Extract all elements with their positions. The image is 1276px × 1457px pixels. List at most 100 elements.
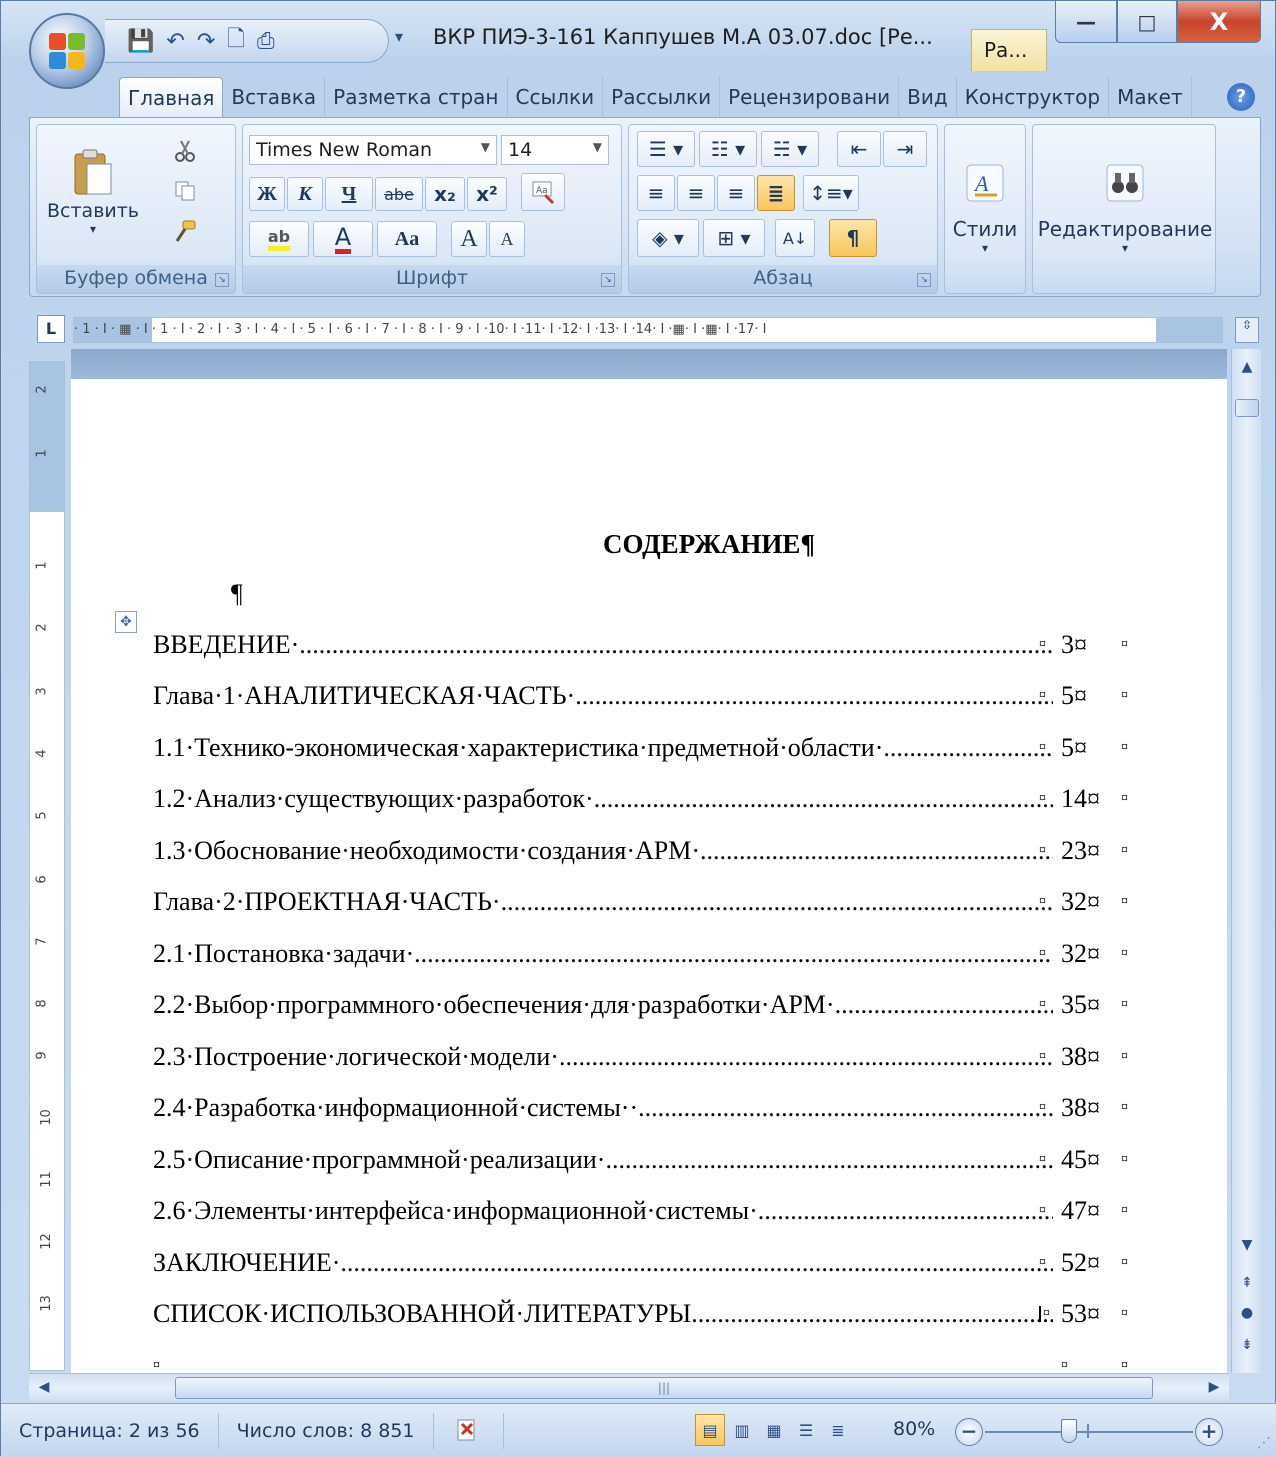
- styles-button[interactable]: A Стили ▾: [949, 131, 1021, 287]
- new-document-icon[interactable]: 🗋: [227, 22, 245, 60]
- font-launcher-icon[interactable]: ↘: [601, 273, 615, 287]
- shading-icon[interactable]: ◈ ▾: [637, 219, 699, 257]
- zoom-slider-thumb[interactable]: [1061, 1419, 1077, 1443]
- horizontal-scroll-thumb[interactable]: |||: [175, 1377, 1153, 1399]
- print-layout-icon[interactable]: ▤: [695, 1414, 725, 1446]
- customize-qat-icon[interactable]: ▾: [395, 27, 403, 46]
- toc-row[interactable]: 1.1·Технико-экономическая·характеристика…: [153, 722, 1153, 774]
- document-area[interactable]: СОДЕРЖАНИЕ¶ ¶ ✥ ВВЕДЕНИЕ· ¤ 3¤ ¤ Глава·1…: [71, 349, 1227, 1373]
- grow-font-button[interactable]: A: [451, 221, 487, 257]
- scroll-down-icon[interactable]: ▼: [1234, 1231, 1260, 1259]
- toc-row[interactable]: 1.2·Анализ·существующих·разработок· ¤ 14…: [153, 774, 1153, 826]
- bold-button[interactable]: Ж: [249, 177, 285, 211]
- tab-references[interactable]: Ссылки: [508, 77, 604, 117]
- change-case-button[interactable]: Aa: [377, 221, 437, 257]
- editing-button[interactable]: Редактирование ▾: [1037, 131, 1213, 287]
- table-move-handle-icon[interactable]: ✥: [115, 611, 137, 633]
- tab-design[interactable]: Конструктор: [957, 77, 1110, 117]
- tab-page-layout[interactable]: Разметка стран: [325, 77, 508, 117]
- font-color-button[interactable]: A: [313, 221, 373, 257]
- vertical-scroll-thumb[interactable]: [1235, 399, 1259, 417]
- toc-row[interactable]: 2.6·Элементы·интерфейса·информационной·с…: [153, 1186, 1153, 1238]
- editing-dropdown-icon[interactable]: ▾: [1122, 241, 1128, 255]
- draft-view-icon[interactable]: ≣: [823, 1414, 853, 1446]
- font-size-dropdown-icon[interactable]: ▼: [593, 140, 602, 154]
- tab-review[interactable]: Рецензировани: [720, 77, 900, 117]
- resize-grip-icon[interactable]: ⋰: [1257, 1435, 1271, 1451]
- toc-row[interactable]: ЗАКЛЮЧЕНИЕ· ¤ 52¤ ¤: [153, 1237, 1153, 1289]
- full-screen-reading-icon[interactable]: ▥: [727, 1414, 757, 1446]
- highlight-button[interactable]: ab: [249, 221, 309, 257]
- toc-row[interactable]: 1.3·Обоснование·необходимости·создания·А…: [153, 825, 1153, 877]
- copy-icon[interactable]: [167, 175, 203, 207]
- minimize-button[interactable]: —: [1055, 1, 1117, 43]
- sort-icon[interactable]: A↓: [775, 219, 815, 257]
- horizontal-scrollbar[interactable]: ◀ ||| ▶: [29, 1373, 1229, 1401]
- previous-page-icon[interactable]: ⇞: [1234, 1269, 1260, 1297]
- show-formatting-marks-button[interactable]: ¶: [829, 219, 877, 257]
- print-preview-icon[interactable]: ⎙: [257, 29, 275, 54]
- toc-row[interactable]: 2.2·Выбор·программного·обеспечения·для·р…: [153, 980, 1153, 1032]
- align-center-icon[interactable]: ≡: [677, 175, 715, 211]
- maximize-button[interactable]: □: [1117, 1, 1177, 43]
- italic-button[interactable]: К: [287, 177, 323, 211]
- toc-row[interactable]: ¤ ¤ ¤: [153, 1340, 1153, 1373]
- superscript-button[interactable]: x²: [467, 177, 507, 211]
- view-ruler-icon[interactable]: ⇳: [1235, 317, 1259, 343]
- tab-selector-icon[interactable]: L: [37, 315, 65, 343]
- multilevel-list-icon[interactable]: ☵ ▾: [761, 131, 819, 167]
- vertical-scrollbar[interactable]: ▲ ▼ ⇞ ● ⇟: [1231, 349, 1261, 1373]
- line-spacing-icon[interactable]: ↕≡▾: [803, 175, 859, 211]
- paste-button[interactable]: Вставить ▾: [47, 131, 139, 251]
- tab-home[interactable]: Главная: [119, 77, 224, 117]
- toc-row[interactable]: 2.3·Построение·логической·модели· ¤ 38¤ …: [153, 1031, 1153, 1083]
- next-page-icon[interactable]: ⇟: [1234, 1331, 1260, 1359]
- strikethrough-button[interactable]: abe: [375, 177, 423, 211]
- vertical-ruler[interactable]: 2 1 1 2 3 4 5 6 7 8 9 10 11 12 13: [29, 361, 65, 1371]
- toc-row[interactable]: СПИСОК·ИСПОЛЬЗОВАННОЙ·ЛИТЕРАТУРЫ ¤ 53¤ ¤: [153, 1289, 1153, 1341]
- word-count[interactable]: Число слов: 8 851: [219, 1412, 434, 1449]
- font-size-combo[interactable]: 14 ▼: [501, 135, 609, 165]
- decrease-indent-icon[interactable]: ⇤: [837, 131, 881, 167]
- page-indicator[interactable]: Страница: 2 из 56: [1, 1412, 219, 1449]
- zoom-in-button[interactable]: +: [1195, 1418, 1223, 1446]
- zoom-level[interactable]: 80%: [893, 1418, 935, 1440]
- document-page[interactable]: СОДЕРЖАНИЕ¶ ¶ ✥ ВВЕДЕНИЕ· ¤ 3¤ ¤ Глава·1…: [71, 379, 1227, 1373]
- tab-mailings[interactable]: Рассылки: [603, 77, 721, 117]
- undo-icon[interactable]: ↶: [166, 29, 184, 54]
- toc-row[interactable]: Глава·1·АНАЛИТИЧЕСКАЯ·ЧАСТЬ· ¤ 5¤ ¤: [153, 671, 1153, 723]
- clear-formatting-icon[interactable]: Aa: [521, 173, 565, 211]
- contextual-tab-header[interactable]: Ра...: [971, 29, 1047, 71]
- scroll-right-icon[interactable]: ▶: [1201, 1374, 1227, 1400]
- toc-row[interactable]: 2.5·Описание·программной·реализации· ¤ 4…: [153, 1134, 1153, 1186]
- shrink-font-button[interactable]: A: [489, 221, 525, 257]
- select-browse-object-icon[interactable]: ●: [1234, 1299, 1260, 1327]
- tab-insert[interactable]: Вставка: [223, 77, 326, 117]
- font-name-combo[interactable]: Times New Roman ▼: [249, 135, 497, 165]
- paragraph-launcher-icon[interactable]: ↘: [917, 273, 931, 287]
- justify-icon[interactable]: ≣: [757, 175, 795, 211]
- align-right-icon[interactable]: ≡: [717, 175, 755, 211]
- increase-indent-icon[interactable]: ⇥: [883, 131, 927, 167]
- align-left-icon[interactable]: ≡: [637, 175, 675, 211]
- web-layout-icon[interactable]: ▦: [759, 1414, 789, 1446]
- close-button[interactable]: X: [1177, 1, 1261, 43]
- toc-row[interactable]: 2.1·Постановка·задачи· ¤ 32¤ ¤: [153, 928, 1153, 980]
- font-name-dropdown-icon[interactable]: ▼: [481, 140, 490, 154]
- tab-layout[interactable]: Макет: [1109, 77, 1192, 117]
- borders-icon[interactable]: ⊞ ▾: [703, 219, 765, 257]
- redo-icon[interactable]: ↷: [197, 29, 215, 54]
- numbering-icon[interactable]: ☷ ▾: [699, 131, 757, 167]
- subscript-button[interactable]: x₂: [425, 177, 465, 211]
- zoom-slider-track[interactable]: [985, 1431, 1193, 1433]
- cut-icon[interactable]: [167, 135, 203, 167]
- help-icon[interactable]: ?: [1227, 83, 1255, 111]
- clipboard-launcher-icon[interactable]: ↘: [215, 273, 229, 287]
- format-painter-icon[interactable]: [167, 215, 203, 247]
- toc-row[interactable]: 2.4·Разработка·информационной·системы·· …: [153, 1083, 1153, 1135]
- bullets-icon[interactable]: ☰ ▾: [637, 131, 695, 167]
- zoom-out-button[interactable]: −: [955, 1418, 983, 1446]
- toc-row[interactable]: ВВЕДЕНИЕ· ¤ 3¤ ¤: [153, 619, 1153, 671]
- styles-dropdown-icon[interactable]: ▾: [982, 241, 988, 255]
- scroll-up-icon[interactable]: ▲: [1234, 353, 1260, 381]
